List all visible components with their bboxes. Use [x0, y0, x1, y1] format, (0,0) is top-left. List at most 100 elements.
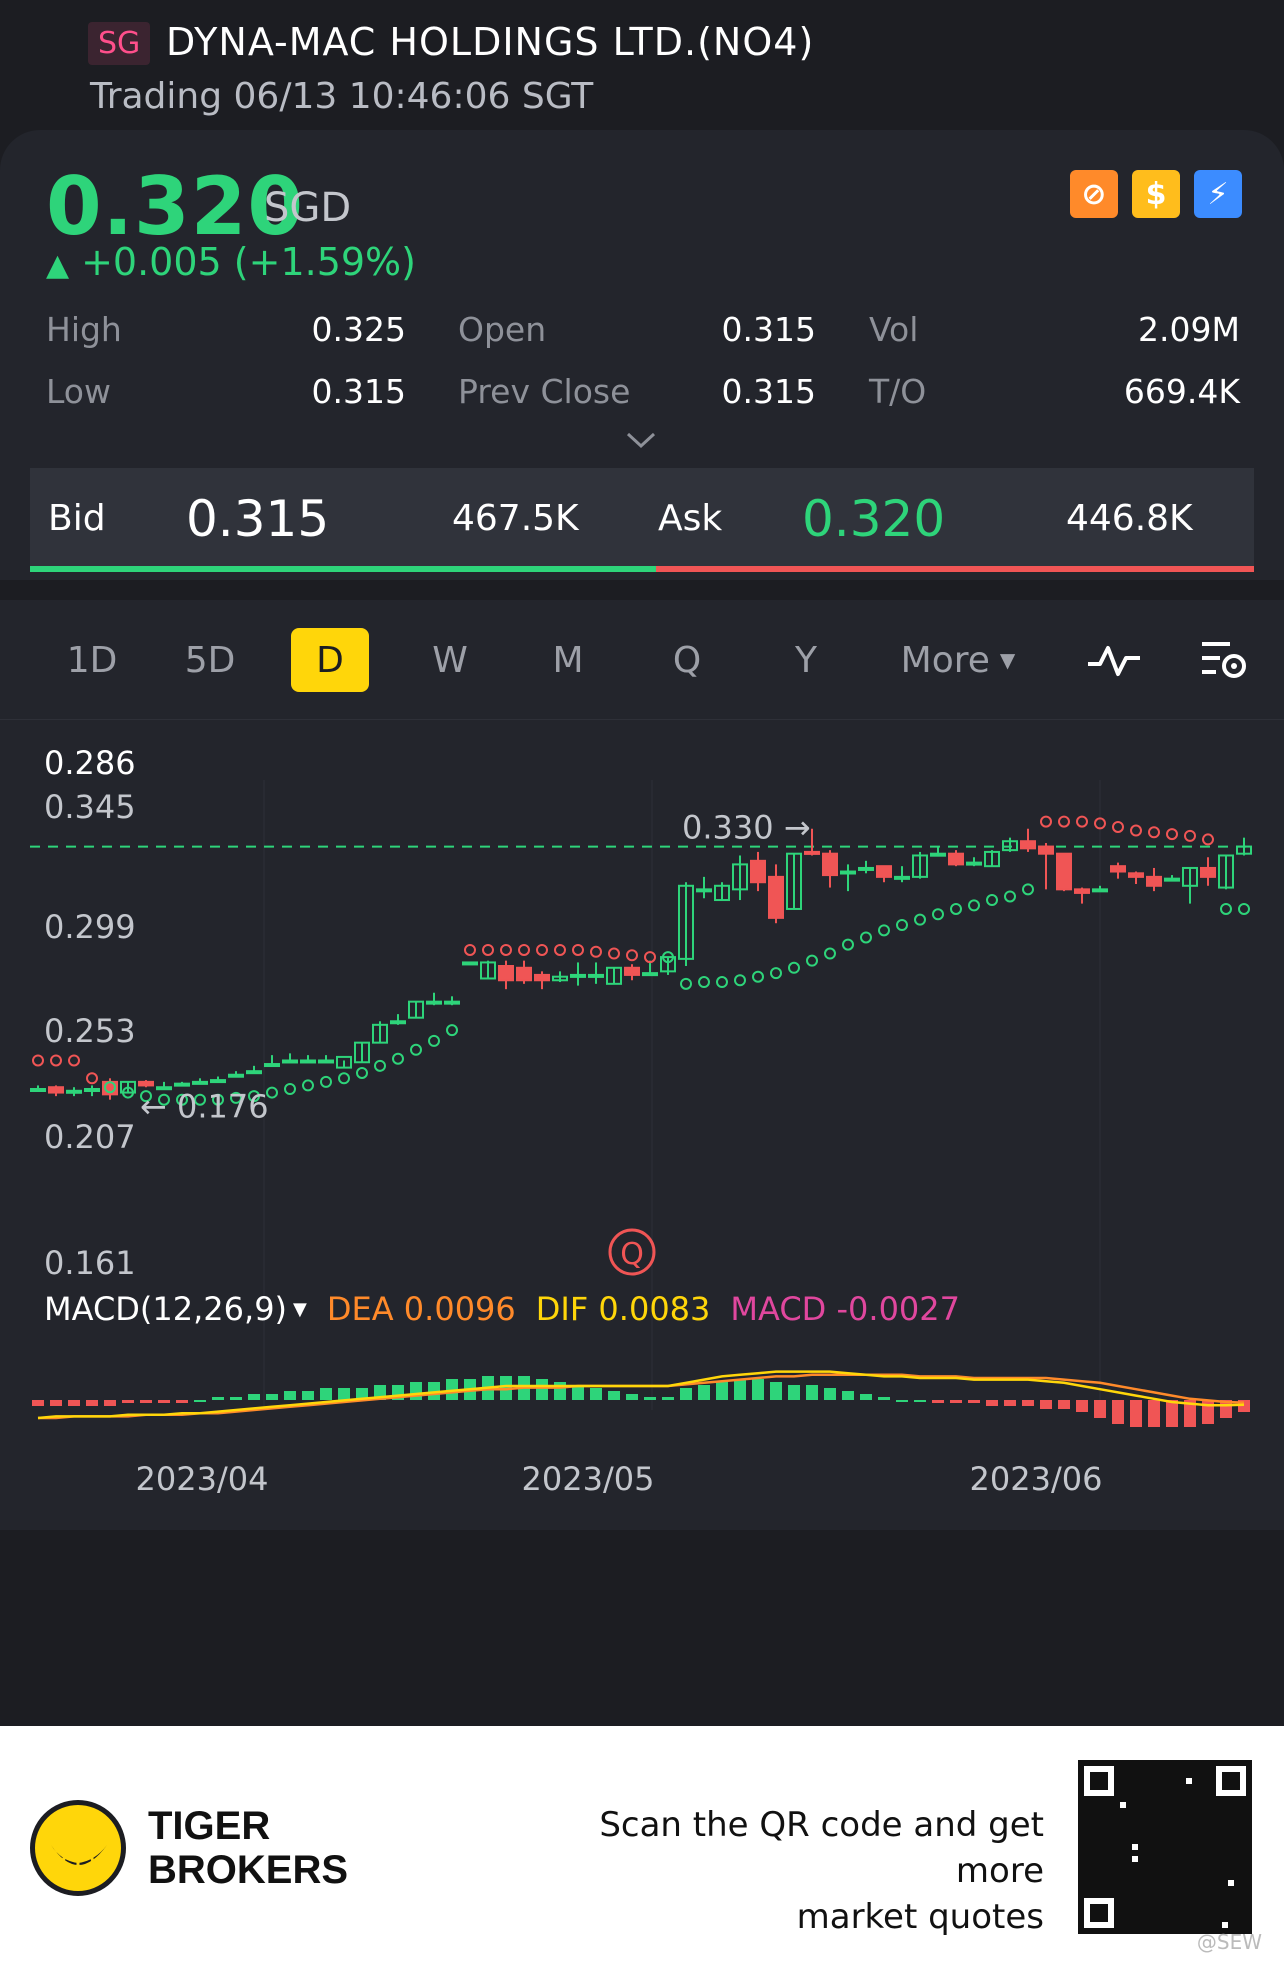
tab-w[interactable]: W — [414, 628, 486, 692]
qr-module — [1126, 1784, 1132, 1790]
qr-module — [1132, 1862, 1138, 1868]
qr-module — [1138, 1856, 1144, 1862]
candle-body — [300, 1059, 316, 1064]
qr-module — [1168, 1922, 1174, 1928]
macd-bar — [68, 1400, 80, 1406]
qr-module — [1216, 1808, 1222, 1814]
qr-module — [1120, 1910, 1126, 1916]
qr-module — [1102, 1868, 1108, 1874]
tab-more[interactable]: More ▼ — [888, 628, 1028, 692]
qr-module — [1144, 1892, 1150, 1898]
candle-body — [444, 1000, 460, 1005]
sar-dot — [1112, 820, 1124, 833]
qr-module — [1168, 1928, 1174, 1934]
indicator-icon[interactable] — [1086, 642, 1142, 678]
candle-body — [804, 850, 820, 855]
qr-module — [1126, 1904, 1132, 1910]
chevron-down-icon[interactable] — [624, 430, 658, 450]
qr-module — [1240, 1844, 1246, 1850]
qr-module — [1102, 1820, 1108, 1826]
macd-dropdown-icon[interactable]: ▼ — [293, 1290, 307, 1330]
qr-module — [1126, 1820, 1132, 1826]
sar-dot — [734, 974, 746, 987]
qr-module — [1120, 1904, 1126, 1910]
qr-module — [1156, 1904, 1162, 1910]
qr-module — [1234, 1856, 1240, 1862]
qr-module — [1216, 1916, 1222, 1922]
qr-module — [1150, 1832, 1156, 1838]
qr-module — [1078, 1826, 1084, 1832]
sar-dot — [536, 943, 548, 956]
tab-d[interactable]: D — [291, 628, 369, 692]
no-short-icon[interactable]: ⊘ — [1070, 170, 1118, 218]
qr-module — [1228, 1802, 1234, 1808]
chart-canvas[interactable]: 0.286 0.345 0.299 0.253 0.207 0.161 0.330 → ← 0… — [0, 720, 1284, 1530]
candle-body — [1092, 888, 1108, 893]
tab-1d[interactable]: 1D — [56, 628, 128, 692]
macd-bar — [194, 1400, 206, 1402]
qr-module — [1120, 1778, 1126, 1784]
macd-bar — [1004, 1400, 1016, 1406]
macd-bar — [608, 1391, 620, 1400]
qr-module — [1120, 1862, 1126, 1868]
sar-dot — [716, 976, 728, 989]
tab-5d[interactable]: 5D — [174, 628, 246, 692]
qr-module — [1174, 1850, 1180, 1856]
sar-dot — [446, 1024, 458, 1037]
qr-module — [1126, 1844, 1132, 1850]
qr-module — [1120, 1880, 1126, 1886]
qr-module — [1120, 1808, 1126, 1814]
sar-dot — [932, 908, 944, 921]
tab-m[interactable]: M — [532, 628, 604, 692]
qr-module — [1156, 1892, 1162, 1898]
qr-module — [1150, 1916, 1156, 1922]
qr-module — [1150, 1826, 1156, 1832]
qr-module — [1150, 1922, 1156, 1928]
qr-module — [1174, 1892, 1180, 1898]
qr-module — [1234, 1814, 1240, 1820]
sar-dot — [482, 943, 494, 956]
qr-module — [1138, 1862, 1144, 1868]
watermark: @SEW — [1196, 1930, 1262, 1954]
macd-legend[interactable]: MACD(12,26,9) ▼ DEA 0.0096 DIF 0.0083 MA… — [44, 1290, 960, 1330]
qr-module — [1210, 1808, 1216, 1814]
macd-name[interactable]: MACD(12,26,9) — [44, 1290, 287, 1330]
macd-bar — [536, 1379, 548, 1400]
stat-label: Prev Close — [458, 372, 631, 411]
qr-module — [1156, 1850, 1162, 1856]
tab-q[interactable]: Q — [651, 628, 723, 692]
candle-body — [1200, 866, 1216, 878]
qr-module — [1150, 1898, 1156, 1904]
chart-settings-icon[interactable] — [1198, 638, 1248, 682]
qr-module — [1138, 1916, 1144, 1922]
qr-module — [1168, 1850, 1174, 1856]
qr-module — [1120, 1838, 1126, 1844]
qr-module — [1168, 1880, 1174, 1886]
qr-module — [1222, 1892, 1228, 1898]
qr-module — [1198, 1796, 1204, 1802]
qr-module — [1222, 1832, 1228, 1838]
qr-module — [1198, 1898, 1204, 1904]
candle-body — [426, 1000, 442, 1005]
tab-y[interactable]: Y — [770, 628, 842, 692]
dollar-icon[interactable]: $ — [1132, 170, 1180, 218]
qr-module — [1234, 1892, 1240, 1898]
qr-module — [1216, 1844, 1222, 1850]
sar-dot — [356, 1066, 368, 1079]
qr-module — [1174, 1874, 1180, 1880]
candlestick-chart[interactable]: 0.286 0.345 0.299 0.253 0.207 0.161 0.330 → ← 0… — [0, 720, 1284, 1530]
qr-module — [1126, 1886, 1132, 1892]
candle-body — [174, 1082, 190, 1087]
qr-module — [1216, 1802, 1222, 1808]
lightning-icon[interactable]: ⚡ — [1194, 170, 1242, 218]
qr-module — [1078, 1868, 1084, 1874]
qr-module — [1204, 1784, 1210, 1790]
qr-module — [1180, 1838, 1186, 1844]
qr-module — [1150, 1844, 1156, 1850]
qr-module — [1156, 1910, 1162, 1916]
qr-module — [1246, 1904, 1252, 1910]
qr-module — [1138, 1772, 1144, 1778]
qr-code[interactable] — [1078, 1760, 1252, 1934]
qr-module — [1204, 1898, 1210, 1904]
qr-module — [1138, 1838, 1144, 1844]
